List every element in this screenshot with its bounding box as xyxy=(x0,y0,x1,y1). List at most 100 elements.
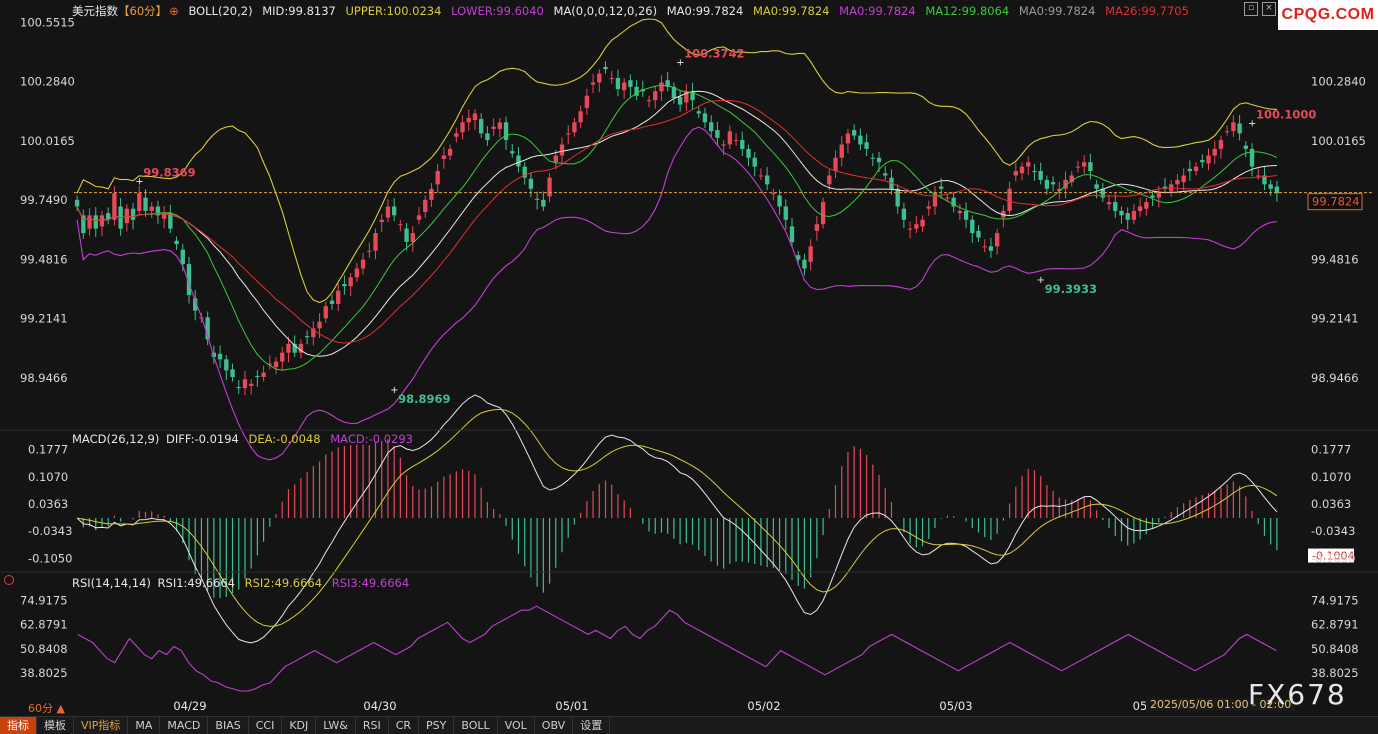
macd-axis-tick-left: -0.1050 xyxy=(28,551,72,565)
candle-body xyxy=(572,122,577,133)
candle-body xyxy=(553,155,558,163)
rsi-axis-tick-left: 38.8025 xyxy=(20,666,68,680)
price-axis-tick-left: 100.5515 xyxy=(20,15,75,29)
candle-body xyxy=(789,226,795,242)
candle-body xyxy=(1026,162,1031,167)
candle-body xyxy=(255,375,260,378)
toolbar-item-10[interactable]: CR xyxy=(389,717,420,734)
toolbar-item-9[interactable]: RSI xyxy=(356,717,389,734)
crosshair-target-icon[interactable] xyxy=(4,575,14,585)
price-axis-tick-left: 98.9466 xyxy=(20,371,68,385)
candle-body xyxy=(970,219,975,234)
boll-params[interactable]: BOLL(20,2) xyxy=(188,4,252,18)
candle-body xyxy=(130,208,136,220)
macd-diff: DIFF:-0.0194 xyxy=(166,432,239,446)
candle-body xyxy=(373,233,378,251)
candle-body xyxy=(329,300,335,304)
time-axis-label: 05/02 xyxy=(747,699,780,713)
candle-body xyxy=(777,195,782,207)
ma0-value-b: MA0:99.7824 xyxy=(752,4,830,18)
toolbar-item-13[interactable]: VOL xyxy=(498,717,535,734)
candle-body xyxy=(715,130,720,138)
chart-canvas[interactable]: 99.7824+99.8369+98.8969+100.3742+99.3933… xyxy=(0,0,1378,733)
axes: 100.5515100.2840100.016599.749099.481699… xyxy=(0,15,1378,713)
toolbar-item-14[interactable]: OBV xyxy=(535,717,574,734)
candle-body xyxy=(609,78,614,80)
candle-body xyxy=(286,343,291,353)
candle-body xyxy=(1193,166,1199,172)
candle-body xyxy=(230,369,235,378)
candle-body xyxy=(820,202,826,225)
candle-body xyxy=(858,135,863,145)
candle-body xyxy=(348,277,353,287)
candle-body xyxy=(423,199,428,213)
period-tag[interactable]: 【60分】 xyxy=(118,4,167,18)
toolbar-item-6[interactable]: CCI xyxy=(249,717,283,734)
candle-body xyxy=(354,268,360,278)
macd-dea: DEA:-0.0048 xyxy=(248,432,321,446)
candle-body xyxy=(920,219,925,227)
candle-body xyxy=(1231,122,1236,132)
rsi-params[interactable]: RSI(14,14,14) xyxy=(72,576,151,590)
candle-body xyxy=(236,387,241,389)
rsi-axis-tick-left: 74.9175 xyxy=(20,593,68,607)
toolbar-item-0[interactable]: 指标 xyxy=(0,717,37,734)
candle-body xyxy=(864,142,869,149)
toolbar-item-4[interactable]: MACD xyxy=(160,717,209,734)
candle-body xyxy=(87,215,92,229)
candle-body xyxy=(1007,188,1012,211)
toolbar-item-2[interactable]: VIP指标 xyxy=(74,717,129,734)
macd-value: MACD:-0.0293 xyxy=(330,432,413,446)
candle-body xyxy=(1131,210,1137,220)
add-indicator-icon[interactable]: ⊕ xyxy=(169,4,179,18)
ma12-line xyxy=(76,84,1278,371)
candle-body xyxy=(1206,155,1211,164)
candle-body xyxy=(696,111,701,114)
candle-body xyxy=(976,230,981,238)
instrument-name: 美元指数 xyxy=(72,4,118,18)
candle-body xyxy=(1113,202,1118,211)
candle-body xyxy=(385,206,391,218)
toolbar-item-7[interactable]: KDJ xyxy=(282,717,317,734)
candle-body xyxy=(410,233,415,242)
toolbar-item-1[interactable]: 模板 xyxy=(37,717,74,734)
candle-body xyxy=(907,228,913,230)
toolbar-item-15[interactable]: 设置 xyxy=(573,717,611,734)
toolbar-item-12[interactable]: BOLL xyxy=(454,717,498,734)
price-axis-tick-right: 99.2141 xyxy=(1311,312,1359,326)
candle-body xyxy=(870,157,875,159)
candle-body xyxy=(516,155,521,167)
toolbar-item-5[interactable]: BIAS xyxy=(208,717,249,734)
candle-body xyxy=(1187,168,1193,172)
candle-body xyxy=(416,215,422,220)
candle-body xyxy=(876,157,882,163)
price-axis-tick-right: 99.4816 xyxy=(1311,252,1359,266)
ma-params[interactable]: MA(0,0,0,12,0,26) xyxy=(554,4,658,18)
toolbar-item-11[interactable]: PSY xyxy=(419,717,455,734)
candle-body xyxy=(534,198,540,200)
candle-body xyxy=(398,224,403,226)
candle-body xyxy=(547,177,552,197)
candle-body xyxy=(1150,195,1155,198)
toolbar-item-3[interactable]: MA xyxy=(128,717,161,734)
close-icon[interactable]: × xyxy=(1262,2,1276,16)
candle-body xyxy=(454,133,459,137)
candle-body xyxy=(360,259,366,269)
candle-body xyxy=(584,95,590,108)
macd-params[interactable]: MACD(26,12,9) xyxy=(72,432,159,446)
candle-body xyxy=(1144,202,1149,209)
period-selector[interactable]: 60分 ▲ xyxy=(28,700,65,716)
boll-upper: UPPER:100.0234 xyxy=(345,4,442,18)
candle-body xyxy=(597,73,602,83)
price-annotation: 99.3933 xyxy=(1045,282,1097,296)
candle-body xyxy=(510,151,515,154)
restore-icon[interactable]: ▫ xyxy=(1244,2,1258,16)
toolbar-item-8[interactable]: LW& xyxy=(316,717,356,734)
candle-body xyxy=(827,175,832,185)
candle-body xyxy=(74,199,80,207)
candle-body xyxy=(342,284,347,287)
candle-body xyxy=(379,219,384,222)
candle-body xyxy=(1212,148,1217,156)
candle-body xyxy=(988,246,994,251)
rsi-axis-tick-right: 50.8408 xyxy=(1311,642,1359,656)
